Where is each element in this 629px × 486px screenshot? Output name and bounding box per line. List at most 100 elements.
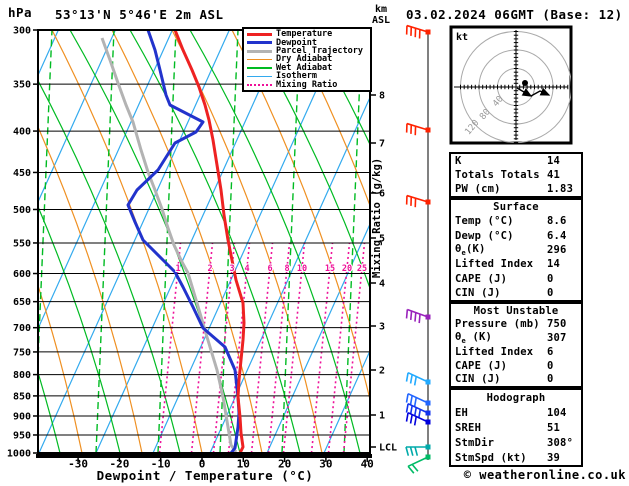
wind-barb xyxy=(405,24,431,39)
indices-row-value: 296 xyxy=(547,243,567,256)
wind-barb-dot xyxy=(425,400,431,406)
mixing-ratio-value-label: 10 xyxy=(297,264,307,274)
indices-row-label: Temp (°C) xyxy=(455,215,514,228)
legend-item-label: Mixing Ratio xyxy=(276,79,338,90)
mixing-ratio-value-label: 15 xyxy=(325,264,335,274)
pressure-tick-label: 850 xyxy=(13,391,31,402)
indices-row-label: CAPE (J) xyxy=(455,359,508,372)
wind-barb-feather xyxy=(405,446,410,456)
indices-row-value: 51 xyxy=(547,421,561,434)
mixing-ratio-value-label: 6 xyxy=(267,264,272,274)
indices-row: SREH 51 xyxy=(451,421,581,435)
indices-row: StmDir 308° xyxy=(451,436,581,450)
indices-row-label: Pressure (mb) xyxy=(455,318,540,331)
indices-row-value: 104 xyxy=(547,406,567,419)
legend-line-sample xyxy=(247,49,272,53)
wind-barb xyxy=(407,454,431,474)
wind-barb-feather xyxy=(418,314,421,324)
indices-row: EH 104 xyxy=(451,406,581,420)
wind-barb-shaft xyxy=(406,122,429,131)
legend-line-sample xyxy=(247,83,272,86)
legend-line-sample xyxy=(247,58,272,61)
indices-row-value: 1.83 xyxy=(547,183,574,195)
indices-row-value: 0 xyxy=(547,272,554,285)
indices-row-value: 6.4 xyxy=(547,229,567,242)
pressure-tick-label: 700 xyxy=(13,323,31,334)
wind-barb-feather xyxy=(409,414,413,424)
km-tick-label: 2 xyxy=(379,366,385,377)
wind-barb-feather xyxy=(409,446,414,456)
indices-row-value: 39 xyxy=(547,451,561,464)
wind-barb-dot xyxy=(425,199,431,205)
indices-row-value: 0 xyxy=(547,286,554,299)
indices-row-value: 41 xyxy=(547,169,561,181)
wind-barb-dot xyxy=(425,29,431,35)
wind-barb-dot xyxy=(425,127,431,133)
pressure-tick-label: 950 xyxy=(13,430,31,441)
wet-adiabat-line xyxy=(249,30,370,290)
indices-row-label: CIN (J) xyxy=(455,373,501,386)
temperature-axis-label: Dewpoint / Temperature (°C) xyxy=(96,468,314,483)
wind-barb-feather xyxy=(413,416,418,426)
legend-item: Mixing Ratio xyxy=(244,79,370,90)
wind-barb-feather xyxy=(414,312,417,322)
wind-barb-feather xyxy=(411,463,419,472)
mixing-ratio-value-label: 2 xyxy=(207,264,212,274)
indices-row: CAPE (J) 0 xyxy=(451,272,581,286)
pressure-tick-label: 450 xyxy=(13,168,31,179)
wind-barb-feather xyxy=(405,309,409,319)
pressure-tick-label: 750 xyxy=(13,347,31,358)
wind-barb-shaft xyxy=(406,24,429,33)
indices-row: K 14 xyxy=(451,154,581,168)
pressure-tick-label: 300 xyxy=(13,26,31,37)
indices-row-label: θe(K) xyxy=(455,242,486,258)
mixing-ratio-value-label: 8 xyxy=(284,264,289,274)
wet-adiabat-line xyxy=(129,30,301,453)
indices-row-label: EH xyxy=(455,406,469,419)
wind-barb-feather xyxy=(407,465,415,474)
indices-box: Surface Temp (°C) 8.6 Dewp (°C) 6.4 θe(K) 296 L… xyxy=(449,198,583,302)
indices-row-value: 14 xyxy=(547,258,561,271)
indices-box-title: Hodograph xyxy=(486,391,546,404)
wet-adiabat-line xyxy=(69,30,241,453)
mixing-ratio-value-label: 20 xyxy=(342,264,352,274)
indices-row-label: θe (K) xyxy=(455,331,493,346)
wind-barb xyxy=(405,402,431,419)
indices-row: Temp (°C) 8.6 xyxy=(451,214,581,228)
pressure-tick-label: 350 xyxy=(13,80,31,91)
indices-row-value: 0 xyxy=(547,373,554,386)
pressure-unit-label: hPa xyxy=(8,5,33,20)
indices-row-label: CAPE (J) xyxy=(455,272,508,285)
wind-barb xyxy=(405,444,431,456)
wind-barb-dot xyxy=(425,379,431,385)
plot-border xyxy=(37,29,371,454)
wind-barb xyxy=(405,371,431,386)
wet-adiabat-line xyxy=(610,30,629,453)
wet-adiabat-line xyxy=(38,79,181,453)
indices-row: Totals Totals 41 xyxy=(451,168,581,182)
indices-row: PW (cm) 1.83 xyxy=(451,182,581,196)
pressure-tick-label: 600 xyxy=(13,269,31,280)
km-tick-label: 7 xyxy=(379,139,385,150)
indices-row-label: Totals Totals xyxy=(455,169,540,181)
pressure-tick-label: 1000 xyxy=(7,449,31,460)
wind-barb-dot xyxy=(425,314,431,320)
indices-row-value: 750 xyxy=(547,318,567,331)
indices-row-label: Dewp (°C) xyxy=(455,229,514,242)
indices-row: Lifted Index 14 xyxy=(451,257,581,271)
indices-row: Pressure (mb) 750 xyxy=(451,318,581,332)
wind-barb-feather xyxy=(409,374,413,384)
indices-row-label: CIN (J) xyxy=(455,286,501,299)
wind-barb xyxy=(405,194,431,208)
indices-row-value: 0 xyxy=(547,359,554,372)
mixing-ratio-line xyxy=(250,242,274,453)
wind-barb-shaft xyxy=(407,456,429,468)
wind-barb-feather xyxy=(413,376,418,386)
wind-barb-feather xyxy=(405,372,409,382)
km-tick-label: 4 xyxy=(379,279,385,290)
wind-barb-dot xyxy=(425,444,431,450)
wind-barb-feather xyxy=(405,403,409,413)
lcl-label: LCL xyxy=(379,443,397,454)
copyright-label: © weatheronline.co.uk xyxy=(463,468,626,482)
pressure-tick-label: 800 xyxy=(13,370,31,381)
